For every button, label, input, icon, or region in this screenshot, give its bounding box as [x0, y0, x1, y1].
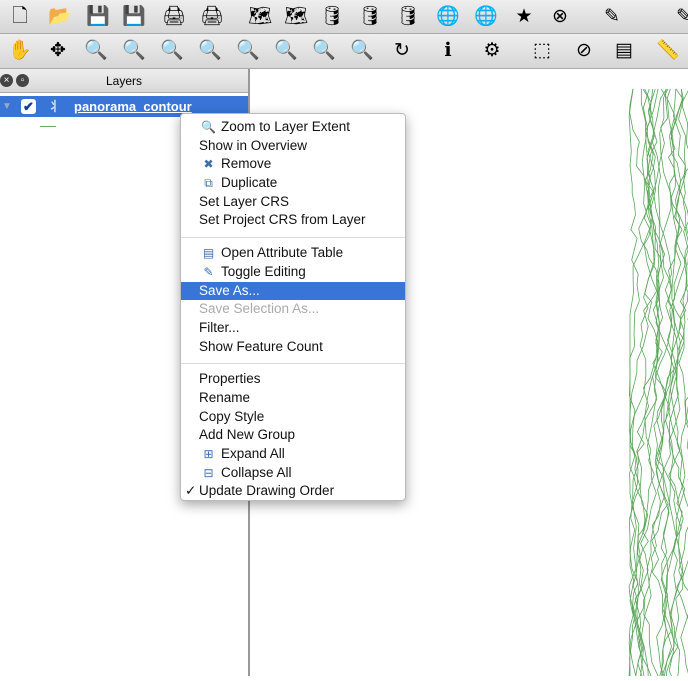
action-icon[interactable]: ⚙	[480, 39, 504, 63]
menu-item-add-new-group[interactable]: Add New Group	[181, 426, 405, 445]
menu-item-remove[interactable]: ✖ Remove	[181, 155, 405, 174]
menu-item-save-as[interactable]: Save As...	[181, 282, 405, 301]
menu-item-expand-all[interactable]: ⊞ Expand All	[181, 445, 405, 464]
remove-icon: ✖	[201, 157, 216, 172]
contour-line	[658, 89, 688, 676]
layer-visibility-checkbox[interactable]: ✔	[21, 99, 36, 114]
pencil-icon: ✎	[201, 265, 216, 280]
measure-icon[interactable]: 📏	[656, 39, 680, 63]
menu-item-label: Toggle Editing	[221, 264, 306, 279]
save-project-as-icon[interactable]: 💾	[122, 5, 146, 29]
menu-item-label: Show Feature Count	[199, 339, 323, 354]
print-composer-icon[interactable]: 🖨	[162, 5, 186, 29]
add-spatialite-layer-icon[interactable]: 🛢	[358, 5, 382, 29]
toggle-editing-pencil-icon[interactable]: ✎	[600, 5, 624, 29]
menu-item-duplicate[interactable]: ⧉ Duplicate	[181, 174, 405, 193]
zoom-to-selection-icon[interactable]: 🔍	[236, 39, 260, 63]
select-features-icon[interactable]: ⬚	[530, 39, 554, 63]
menu-separator	[181, 363, 405, 364]
pan-to-selection-icon[interactable]: ✥	[46, 39, 70, 63]
menu-item-zoom-to-layer-extent[interactable]: 🔍 Zoom to Layer Extent	[181, 118, 405, 137]
checkmark-icon: ✓	[185, 482, 196, 501]
remove-layer-icon[interactable]: ⊗	[548, 5, 572, 29]
menu-item-label: Add New Group	[199, 427, 295, 442]
save-project-icon[interactable]: 💾	[86, 5, 110, 29]
file-toolbar: 🗋 📂 💾 💾 🖨 🖨 🗺 🗺 🛢 🛢 🛢 🌐 🌐 ★ ⊗ ✎ ✎	[0, 0, 688, 34]
print-icon[interactable]: 🖨	[200, 5, 224, 29]
menu-item-toggle-editing[interactable]: ✎ Toggle Editing	[181, 263, 405, 282]
menu-item-label: Update Drawing Order	[199, 483, 334, 498]
zoom-to-layer-icon[interactable]: 🔍	[274, 39, 298, 63]
zoom-full-icon[interactable]: 🔍	[198, 39, 222, 63]
zoom-native-icon[interactable]: 🔍	[160, 39, 184, 63]
open-project-icon[interactable]: 📂	[48, 5, 72, 29]
menu-separator	[181, 237, 405, 238]
menu-item-copy-style[interactable]: Copy Style	[181, 408, 405, 427]
menu-item-show-feature-count[interactable]: Show Feature Count	[181, 338, 405, 357]
zoom-out-icon[interactable]: 🔍	[122, 39, 146, 63]
new-shapefile-layer-icon[interactable]: ★	[512, 5, 536, 29]
identify-icon[interactable]: ℹ	[436, 39, 460, 63]
edit-pencil-icon[interactable]: ✎	[672, 5, 688, 29]
legend-symbol	[40, 126, 56, 127]
menu-item-label: Set Project CRS from Layer	[199, 212, 366, 227]
table-icon: ▤	[201, 246, 216, 261]
line-layer-icon: ⺦	[48, 96, 61, 117]
menu-item-rename[interactable]: Rename	[181, 389, 405, 408]
zoom-in-icon[interactable]: 🔍	[84, 39, 108, 63]
menu-item-set-layer-crs[interactable]: Set Layer CRS	[181, 193, 405, 212]
menu-item-label: Copy Style	[199, 409, 264, 424]
menu-item-label: Duplicate	[221, 175, 277, 190]
add-wms-layer-icon[interactable]: 🌐	[436, 5, 460, 29]
add-mssql-layer-icon[interactable]: 🛢	[396, 5, 420, 29]
menu-item-label: Open Attribute Table	[221, 245, 343, 260]
contour-line	[629, 89, 657, 676]
menu-item-label: Rename	[199, 390, 250, 405]
float-icon[interactable]: ▫	[16, 74, 29, 87]
menu-item-properties[interactable]: Properties	[181, 370, 405, 389]
menu-item-open-attribute-table[interactable]: ▤ Open Attribute Table	[181, 244, 405, 263]
menu-item-label: Expand All	[221, 446, 285, 461]
close-icon[interactable]: ×	[0, 74, 13, 87]
new-project-icon[interactable]: 🗋	[8, 5, 32, 29]
duplicate-icon: ⧉	[201, 176, 216, 191]
menu-item-collapse-all[interactable]: ⊟ Collapse All	[181, 464, 405, 483]
menu-item-label: Properties	[199, 371, 261, 386]
add-postgis-layer-icon[interactable]: 🛢	[320, 5, 344, 29]
navigation-toolbar: ✋ ✥ 🔍 🔍 🔍 🔍 🔍 🔍 🔍 🔍 ↻ ℹ ⚙ ⬚ ⊘ ▤ 📏	[0, 34, 688, 69]
zoom-next-icon[interactable]: 🔍	[350, 39, 374, 63]
layers-panel-title: Layers	[106, 74, 142, 88]
attribute-table-icon[interactable]: ▤	[612, 39, 636, 63]
expand-icon: ⊞	[201, 447, 216, 462]
layer-context-menu: 🔍 Zoom to Layer Extent Show in Overview ✖ Re…	[180, 113, 406, 501]
zoom-icon: 🔍	[201, 120, 216, 135]
expand-triangle-icon[interactable]: ▼	[2, 96, 12, 117]
refresh-icon[interactable]: ↻	[390, 39, 414, 63]
menu-item-show-in-overview[interactable]: Show in Overview	[181, 137, 405, 156]
add-raster-layer-icon[interactable]: 🗺	[284, 5, 308, 29]
add-wfs-layer-icon[interactable]: 🌐	[474, 5, 498, 29]
menu-item-label: Set Layer CRS	[199, 194, 289, 209]
menu-item-label: Save Selection As...	[199, 301, 319, 316]
menu-item-label: Zoom to Layer Extent	[221, 119, 350, 134]
zoom-last-icon[interactable]: 🔍	[312, 39, 336, 63]
menu-item-set-project-crs-from-layer[interactable]: Set Project CRS from Layer	[181, 211, 405, 230]
menu-item-save-selection-as: Save Selection As...	[181, 300, 405, 319]
menu-item-label: Filter...	[199, 320, 240, 335]
menu-item-label: Show in Overview	[199, 138, 307, 153]
menu-item-label: Remove	[221, 156, 271, 171]
menu-item-label: Collapse All	[221, 465, 292, 480]
layers-panel-header: × ▫ Layers	[0, 69, 248, 93]
layer-name: panorama_contour	[74, 96, 192, 117]
menu-item-update-drawing-order[interactable]: ✓Update Drawing Order	[181, 482, 405, 501]
deselect-icon[interactable]: ⊘	[572, 39, 596, 63]
pan-icon[interactable]: ✋	[8, 39, 32, 63]
add-vector-layer-icon[interactable]: 🗺	[248, 5, 272, 29]
menu-item-filter[interactable]: Filter...	[181, 319, 405, 338]
menu-item-label: Save As...	[199, 283, 260, 298]
collapse-icon: ⊟	[201, 466, 216, 481]
